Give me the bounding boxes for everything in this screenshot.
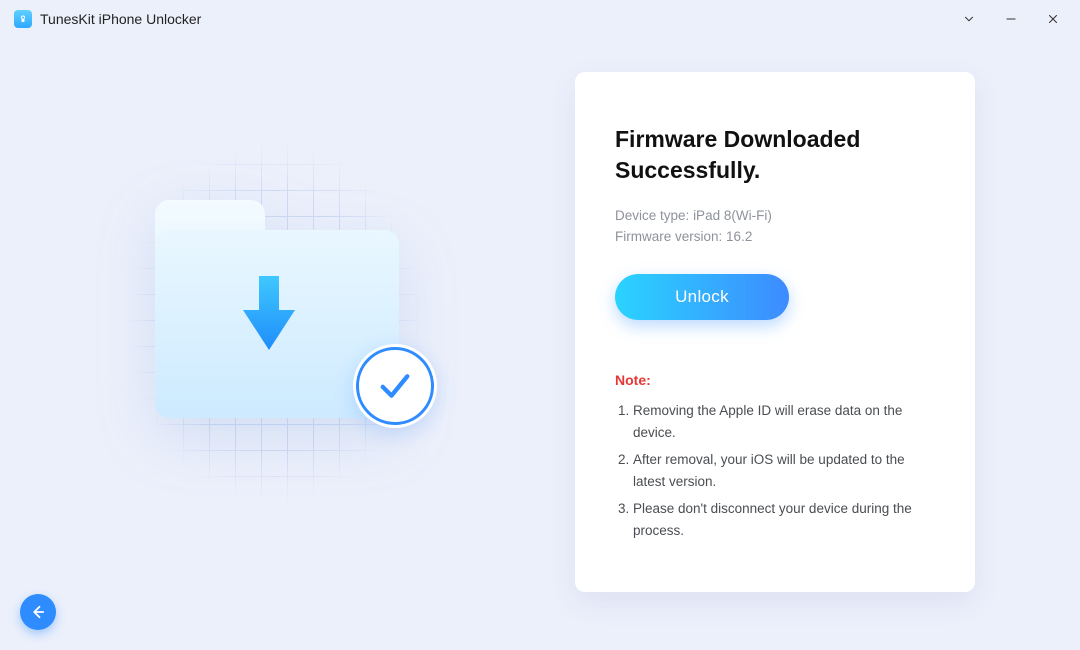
titlebar-left: TunesKit iPhone Unlocker	[14, 10, 201, 28]
success-check-icon	[353, 344, 437, 428]
status-heading-line2: Successfully.	[615, 157, 760, 183]
dropdown-button[interactable]	[962, 12, 976, 26]
close-button[interactable]	[1046, 12, 1060, 26]
illustration	[115, 112, 495, 572]
device-type-value: iPad 8(Wi-Fi)	[693, 208, 772, 223]
note-title: Note:	[615, 372, 935, 388]
firmware-version-label: Firmware version:	[615, 229, 722, 244]
note-list: Removing the Apple ID will erase data on…	[615, 400, 935, 542]
download-arrow-icon	[237, 272, 301, 354]
main-content: Firmware Downloaded Successfully. Device…	[0, 72, 1080, 650]
note-item: After removal, your iOS will be updated …	[633, 449, 935, 492]
status-heading: Firmware Downloaded Successfully.	[615, 124, 935, 186]
window-controls	[962, 12, 1066, 26]
firmware-version-value: 16.2	[726, 229, 752, 244]
app-logo-icon	[14, 10, 32, 28]
device-type-label: Device type:	[615, 208, 689, 223]
arrow-left-icon	[29, 603, 47, 621]
minimize-button[interactable]	[1004, 12, 1018, 26]
status-card: Firmware Downloaded Successfully. Device…	[575, 72, 975, 592]
titlebar: TunesKit iPhone Unlocker	[0, 0, 1080, 38]
unlock-button[interactable]: Unlock	[615, 274, 789, 320]
back-button[interactable]	[20, 594, 56, 630]
note-item: Please don't disconnect your device duri…	[633, 498, 935, 541]
note-item: Removing the Apple ID will erase data on…	[633, 400, 935, 443]
app-title: TunesKit iPhone Unlocker	[40, 11, 201, 27]
device-type-row: Device type: iPad 8(Wi-Fi)	[615, 208, 935, 223]
firmware-version-row: Firmware version: 16.2	[615, 229, 935, 244]
status-heading-line1: Firmware Downloaded	[615, 126, 860, 152]
